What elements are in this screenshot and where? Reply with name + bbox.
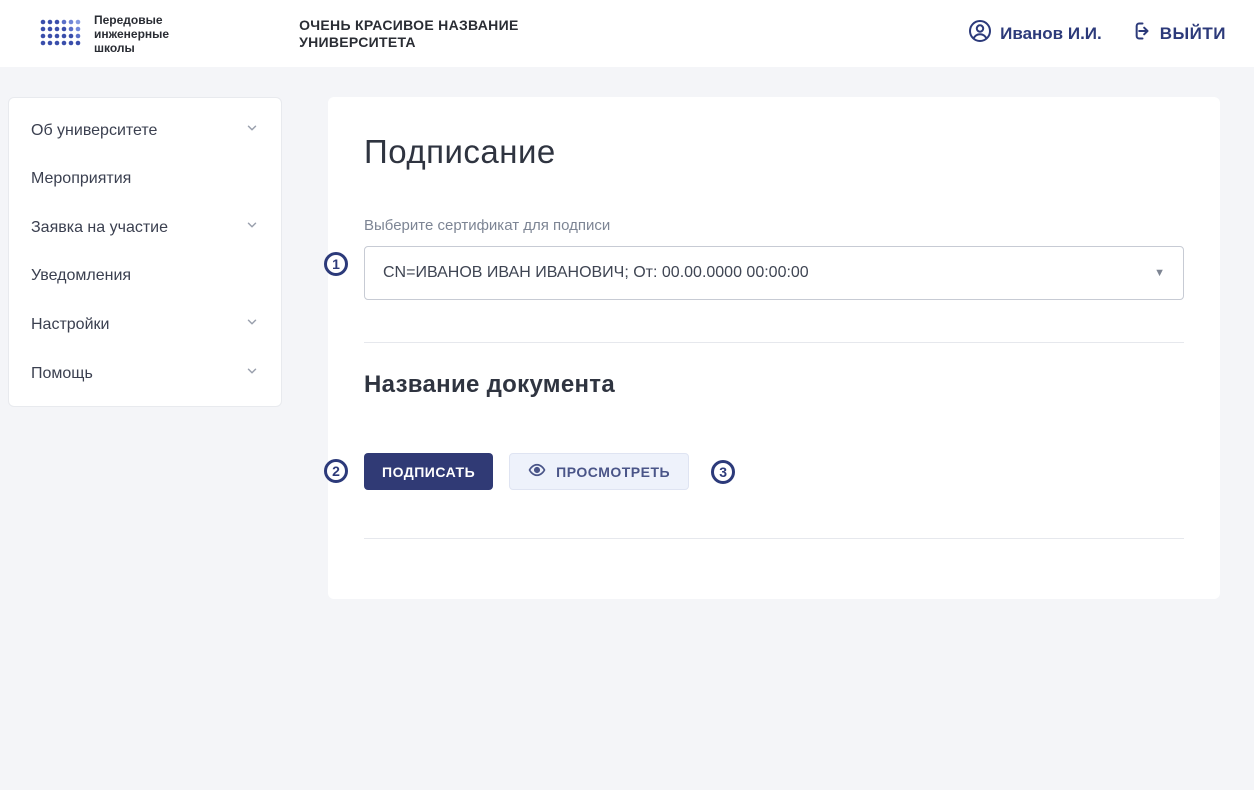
certificate-label: Выберите сертификат для подписи [364, 217, 1184, 234]
callout-1: 1 [324, 252, 348, 276]
sidebar-item-about[interactable]: Об университете [9, 106, 281, 155]
sidebar-item-events[interactable]: Мероприятия [9, 155, 281, 203]
app-header: Передовые инженерные школы ОЧЕНЬ КРАСИВО… [0, 0, 1254, 67]
sidebar-item-notifications[interactable]: Уведомления [9, 252, 281, 300]
sidebar-item-application[interactable]: Заявка на участие [9, 203, 281, 252]
brand-text: Передовые инженерные школы [94, 13, 169, 55]
chevron-down-icon [245, 315, 259, 334]
sidebar-item-label: Уведомления [31, 267, 131, 285]
sidebar-item-label: Заявка на участие [31, 219, 168, 237]
chevron-down-icon [245, 218, 259, 237]
user-menu[interactable]: Иванов И.И. [968, 19, 1102, 48]
certificate-selected-value: CN=ИВАНОВ ИВАН ИВАНОВИЧ; От: 00.00.0000 … [383, 264, 809, 282]
sidebar-item-label: Мероприятия [31, 170, 131, 188]
sidebar: Об университете Мероприятия Заявка на уч… [8, 97, 282, 407]
document-title: Название документа [364, 371, 1184, 399]
university-line1: ОЧЕНЬ КРАСИВОЕ НАЗВАНИЕ [299, 17, 519, 34]
logout-label: ВЫЙТИ [1160, 24, 1226, 44]
university-line2: УНИВЕРСИТЕТА [299, 34, 519, 51]
divider [364, 342, 1184, 343]
brand-logo: Передовые инженерные школы [40, 13, 169, 55]
brand-line2: инженерные [94, 27, 169, 41]
sidebar-item-label: Помощь [31, 365, 93, 383]
view-button[interactable]: ПРОСМОТРЕТЬ [509, 453, 689, 490]
brand-line1: Передовые [94, 13, 169, 27]
logout-icon [1130, 21, 1150, 46]
divider [364, 538, 1184, 539]
chevron-down-icon [245, 364, 259, 383]
sidebar-item-settings[interactable]: Настройки [9, 300, 281, 349]
user-icon [968, 19, 992, 48]
view-button-label: ПРОСМОТРЕТЬ [556, 464, 670, 480]
logo-icon [40, 19, 82, 49]
dropdown-icon: ▼ [1154, 267, 1165, 279]
sign-button[interactable]: ПОДПИСАТЬ [364, 453, 493, 490]
chevron-down-icon [245, 121, 259, 140]
sidebar-item-label: Настройки [31, 316, 109, 334]
callout-3: 3 [711, 460, 735, 484]
page-title: Подписание [364, 133, 1184, 171]
eye-icon [528, 461, 546, 482]
logout-button[interactable]: ВЫЙТИ [1130, 21, 1226, 46]
sidebar-item-help[interactable]: Помощь [9, 349, 281, 398]
user-name: Иванов И.И. [1000, 24, 1102, 44]
sidebar-item-label: Об университете [31, 122, 157, 140]
main-card: Подписание Выберите сертификат для подпи… [328, 97, 1220, 599]
university-name: ОЧЕНЬ КРАСИВОЕ НАЗВАНИЕ УНИВЕРСИТЕТА [299, 17, 519, 51]
callout-2: 2 [324, 459, 348, 483]
certificate-select[interactable]: CN=ИВАНОВ ИВАН ИВАНОВИЧ; От: 00.00.0000 … [364, 246, 1184, 300]
brand-line3: школы [94, 41, 169, 55]
